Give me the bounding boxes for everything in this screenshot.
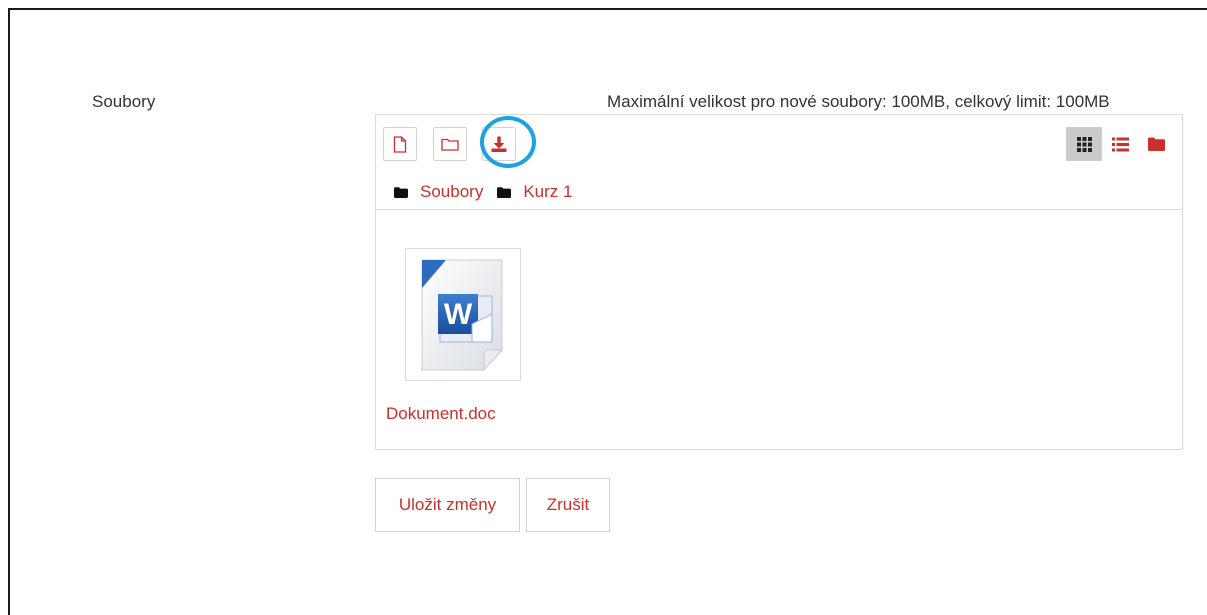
word-document-icon: W bbox=[414, 254, 512, 376]
view-mode-switcher bbox=[1066, 127, 1174, 161]
grid-view-icon bbox=[1076, 136, 1092, 152]
folder-icon bbox=[497, 186, 512, 198]
create-folder-button[interactable] bbox=[433, 127, 467, 161]
list-view-icon bbox=[1111, 137, 1129, 152]
upload-limits-text: Maximální velikost pro nové soubory: 100… bbox=[607, 92, 1110, 111]
new-folder-icon bbox=[441, 137, 459, 151]
folder-tree-view-icon bbox=[1147, 137, 1165, 151]
breadcrumb-item-soubory[interactable]: Soubory bbox=[420, 182, 483, 202]
grid-view-button[interactable] bbox=[1066, 127, 1102, 161]
download-icon bbox=[490, 135, 508, 153]
cancel-button[interactable]: Zrušit bbox=[526, 478, 610, 532]
file-list: W Dokument.doc bbox=[376, 210, 1182, 450]
file-name-link[interactable]: Dokument.doc bbox=[386, 404, 496, 424]
download-button[interactable] bbox=[482, 127, 516, 161]
save-changes-button[interactable]: Uložit změny bbox=[375, 478, 520, 532]
tree-view-button[interactable] bbox=[1138, 127, 1174, 161]
breadcrumb-item-kurz-1[interactable]: Kurz 1 bbox=[523, 182, 572, 202]
breadcrumb: Soubory Kurz 1 bbox=[394, 181, 586, 203]
file-manager: Soubory Kurz 1 W Dokument.doc bbox=[375, 114, 1183, 450]
list-view-button[interactable] bbox=[1102, 127, 1138, 161]
file-thumbnail[interactable]: W bbox=[405, 248, 521, 381]
field-label: Soubory bbox=[92, 92, 156, 111]
file-manager-toolbar: Soubory Kurz 1 bbox=[376, 115, 1182, 210]
new-file-icon bbox=[393, 135, 407, 153]
add-file-button[interactable] bbox=[383, 127, 417, 161]
folder-icon bbox=[394, 186, 408, 198]
svg-text:W: W bbox=[444, 298, 473, 331]
